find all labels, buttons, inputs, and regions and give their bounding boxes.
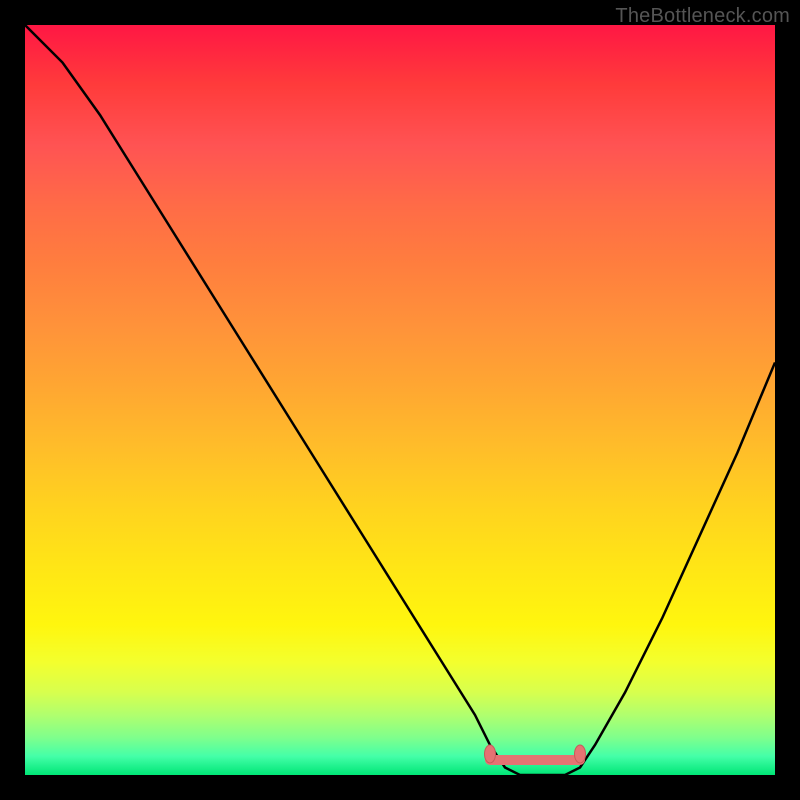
chart-container: TheBottleneck.com	[0, 0, 800, 800]
optimal-range-marker	[485, 745, 586, 763]
chart-svg	[25, 25, 775, 775]
bottleneck-curve	[25, 25, 775, 775]
watermark-text: TheBottleneck.com	[615, 5, 790, 28]
plot-area	[25, 25, 775, 775]
